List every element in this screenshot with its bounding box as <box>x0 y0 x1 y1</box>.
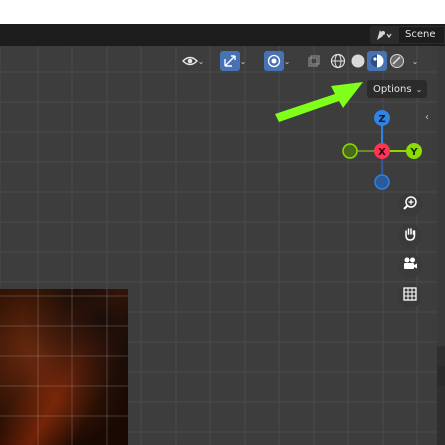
xray-toggle[interactable] <box>304 51 324 71</box>
wireframe-shading-button[interactable] <box>328 51 348 71</box>
xray-icon <box>307 54 321 68</box>
chevron-down-icon: ⌄ <box>239 56 247 66</box>
chevron-down-icon: ⌄ <box>411 56 419 66</box>
chevron-down-icon: ⌄ <box>415 84 423 94</box>
z-axis-label: Z <box>378 114 385 125</box>
wireframe-shading-icon <box>330 53 346 69</box>
visibility-dropdown[interactable]: ⌄ <box>177 51 209 71</box>
material-preview-icon <box>369 53 385 69</box>
texture-grid-overlay <box>0 289 128 445</box>
chevron-down-icon: ⌄ <box>197 56 205 66</box>
camera-view-button[interactable] <box>398 254 422 278</box>
options-label: Options <box>373 83 412 95</box>
material-preview-button[interactable] <box>367 51 387 71</box>
annotation-arrow-icon <box>275 82 363 122</box>
top-white-bar <box>0 0 445 24</box>
x-axis-label: X <box>378 147 386 158</box>
shading-dropdown[interactable]: ⌄ <box>408 51 422 71</box>
eye-visibility-icon <box>181 55 198 67</box>
y-axis-label: Y <box>409 147 418 158</box>
gizmo-dropdown[interactable]: ⌄ <box>214 51 252 71</box>
ortho-toggle-button[interactable] <box>398 284 422 308</box>
overlays-icon <box>263 51 284 71</box>
pan-button[interactable] <box>398 224 422 248</box>
options-dropdown[interactable]: Options ⌄ <box>367 80 427 98</box>
neg-y-axis-handle[interactable] <box>342 143 358 159</box>
zoom-icon <box>402 195 418 215</box>
rendered-shading-icon <box>389 53 405 69</box>
scene-selector[interactable]: Scene <box>370 26 445 44</box>
scene-name-field[interactable]: Scene <box>398 26 445 44</box>
neg-z-axis-handle[interactable] <box>374 174 390 190</box>
camera-icon <box>402 256 418 276</box>
gizmo-arrows-icon <box>219 51 240 71</box>
zoom-button[interactable] <box>398 193 422 217</box>
solid-shading-button[interactable] <box>348 51 368 71</box>
sidebar-edge[interactable] <box>437 46 445 445</box>
chevron-down-icon: ⌄ <box>283 56 291 66</box>
overlays-dropdown[interactable]: ⌄ <box>258 51 296 71</box>
pan-hand-icon <box>402 226 418 246</box>
scene-icon[interactable] <box>370 26 398 44</box>
rendered-shading-button[interactable] <box>387 51 407 71</box>
ortho-grid-icon <box>402 286 418 306</box>
solid-shading-icon <box>350 53 366 69</box>
